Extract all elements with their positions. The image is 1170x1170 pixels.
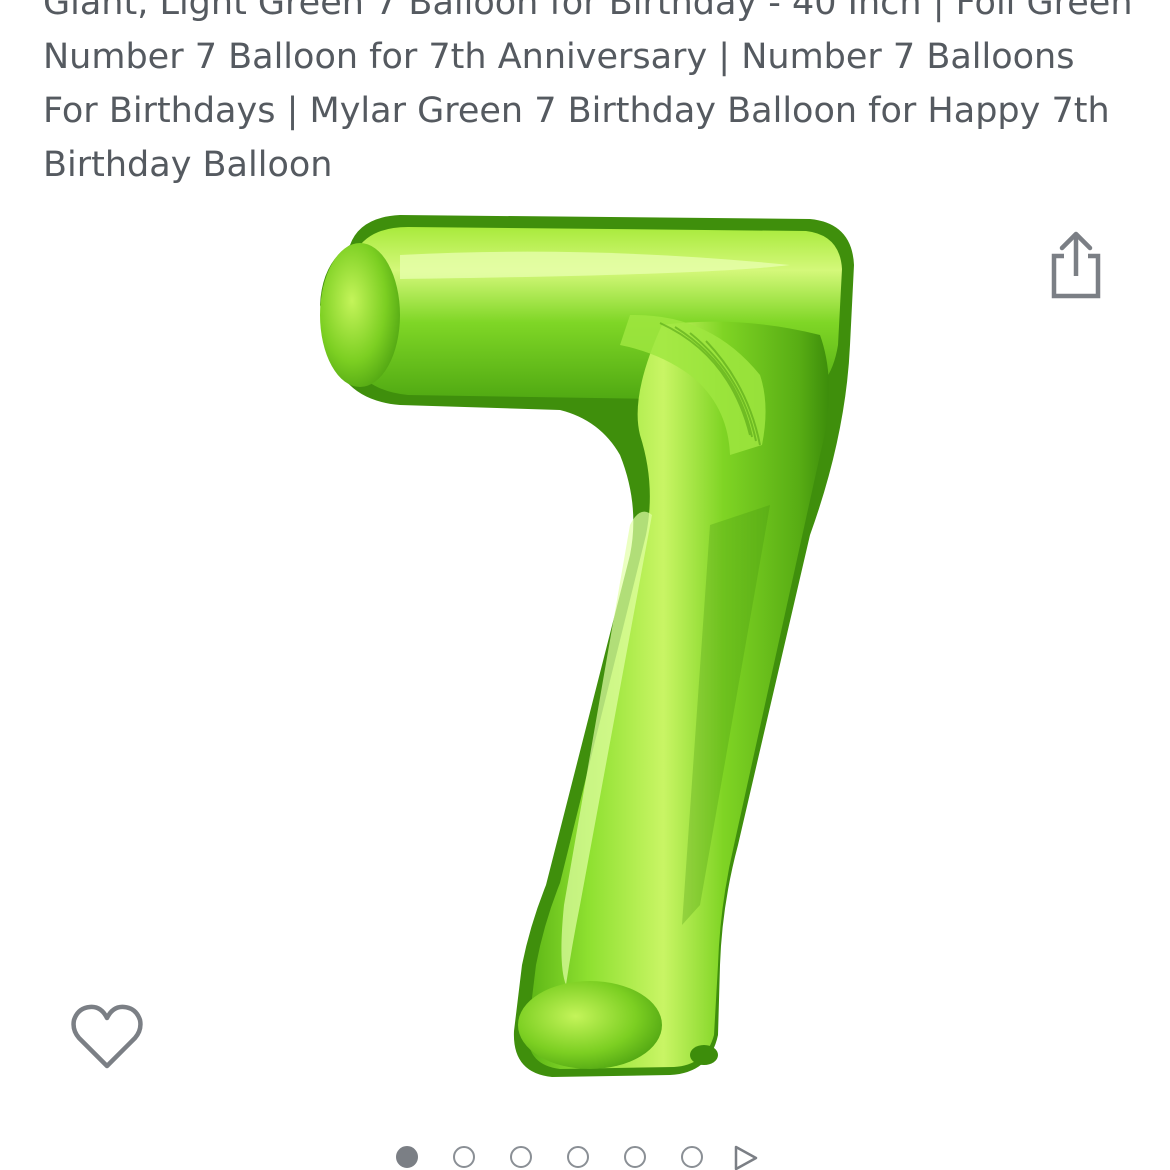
- heart-outline-icon: [71, 1004, 143, 1069]
- gallery-dot-5[interactable]: [624, 1146, 646, 1168]
- product-image[interactable]: [290, 205, 870, 1085]
- balloon-bottom-end: [518, 981, 662, 1069]
- gallery-dot-4[interactable]: [567, 1146, 589, 1168]
- gallery-dot-3[interactable]: [510, 1146, 532, 1168]
- gallery-dot-2[interactable]: [453, 1146, 475, 1168]
- image-gallery-indicators: [392, 1140, 772, 1170]
- share-button[interactable]: [1042, 226, 1108, 302]
- balloon-left-end: [320, 243, 400, 387]
- play-triangle-icon: [734, 1145, 758, 1170]
- balloon-number-7-image: [320, 215, 854, 1077]
- balloon-stem: [527, 321, 829, 1070]
- gallery-dot-6[interactable]: [681, 1146, 703, 1168]
- product-detail-page: Giant, Light Green 7 Balloon for Birthda…: [0, 0, 1170, 1170]
- gallery-video-button[interactable]: [730, 1143, 760, 1170]
- gallery-dot-1[interactable]: [396, 1146, 418, 1168]
- wishlist-button[interactable]: [70, 1002, 144, 1072]
- product-title: Giant, Light Green 7 Balloon for Birthda…: [43, 0, 1133, 185]
- balloon-valve: [690, 1045, 718, 1065]
- share-icon: [1051, 231, 1101, 299]
